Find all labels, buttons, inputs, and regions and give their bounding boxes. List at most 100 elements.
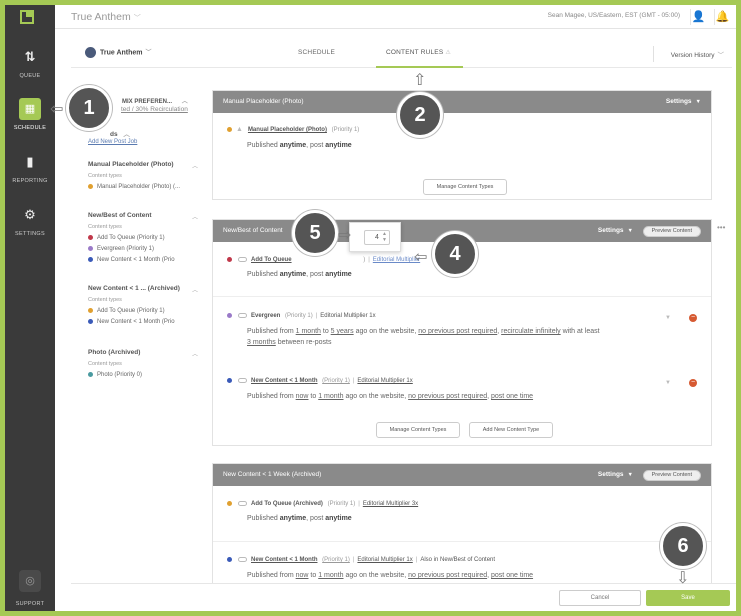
rule-group[interactable]: Manual Placeholder (Photo) ︿ Content typ… bbox=[88, 161, 198, 190]
desc-text: Published bbox=[247, 515, 280, 523]
desc-link[interactable]: post one time bbox=[491, 572, 533, 579]
chevron-up-icon[interactable]: ︿ bbox=[192, 161, 198, 170]
more-options-icon[interactable]: ••• bbox=[717, 223, 725, 232]
app-logo[interactable] bbox=[20, 10, 34, 24]
card-header: New Content < 1 Week (Archived) Settings… bbox=[213, 464, 711, 486]
card-title: New/Best of Content bbox=[223, 227, 283, 234]
preview-content-button[interactable]: Preview Content bbox=[642, 226, 701, 237]
mix-preferences-heading[interactable]: MIX PREFEREN... ︿ bbox=[122, 96, 188, 105]
link-icon bbox=[238, 257, 247, 262]
user-info[interactable]: Sean Magee, US/Eastern, EST (GMT - 05:00… bbox=[548, 12, 680, 19]
mix-preferences-value[interactable]: ted / 30% Recirculation bbox=[121, 106, 188, 113]
stepper-arrows-icon[interactable]: ▲ ▼ bbox=[382, 231, 387, 243]
entry-description: Published anytime, post anytime bbox=[247, 140, 697, 151]
manage-content-types-button[interactable]: Manage Content Types bbox=[423, 179, 507, 195]
status-dot bbox=[227, 126, 232, 132]
settings-dropdown[interactable]: Settings ▼ bbox=[666, 91, 701, 113]
desc-link[interactable]: now bbox=[296, 572, 309, 579]
list-item: Photo (Priority 0) bbox=[88, 372, 198, 378]
chevron-down-icon[interactable]: ▼ bbox=[665, 380, 671, 386]
rule-group[interactable]: Photo (Archived) ︿ Content types Photo (… bbox=[88, 349, 198, 378]
bell-icon[interactable]: 🔔 bbox=[714, 9, 730, 25]
desc-text: with at least bbox=[560, 328, 600, 336]
desc-text: ago on the website, bbox=[353, 328, 419, 336]
settings-dropdown[interactable]: Settings ▼ bbox=[598, 220, 633, 242]
account-selector[interactable]: True Anthem ﹀ bbox=[85, 47, 152, 58]
editorial-multiplier[interactable]: Editorial Multiplier 1x bbox=[320, 313, 375, 319]
rule-group-title: New/Best of Content bbox=[88, 212, 152, 219]
chevron-down-icon: ﹀ bbox=[717, 52, 725, 59]
entry-name[interactable]: New Content < 1 Month bbox=[251, 378, 318, 384]
nav-reporting[interactable]: ▮ REPORTING bbox=[5, 155, 55, 184]
save-button[interactable]: Save bbox=[646, 590, 730, 606]
list-item-label: New Content < 1 Month (Prio bbox=[97, 257, 175, 264]
version-history-dropdown[interactable]: Version History ﹀ bbox=[671, 49, 724, 59]
rule-group[interactable]: New/Best of Content ︿ Content types Add … bbox=[88, 212, 198, 263]
chevron-up-icon[interactable]: ︿ bbox=[192, 212, 198, 221]
callout-badge-1: 1 bbox=[66, 85, 112, 131]
remove-icon[interactable]: − bbox=[689, 314, 697, 322]
nav-schedule[interactable]: ▦ SCHEDULE bbox=[5, 98, 55, 131]
separator: | bbox=[315, 313, 318, 320]
settings-dropdown[interactable]: Settings ▼ bbox=[598, 464, 633, 486]
editorial-multiplier[interactable]: Editorial Multiplier 3x bbox=[363, 501, 418, 507]
remove-icon[interactable]: − bbox=[689, 379, 697, 387]
status-dot bbox=[227, 557, 232, 562]
entry-priority[interactable]: (Priority 1) bbox=[322, 557, 350, 563]
desc-link[interactable]: no previous post required bbox=[408, 393, 487, 400]
desc-link[interactable]: no previous post required bbox=[408, 572, 487, 579]
desc-link[interactable]: 1 month bbox=[318, 393, 343, 400]
entry-description: Published anytime, post anytime bbox=[247, 513, 697, 524]
entry-name[interactable]: Evergreen bbox=[251, 313, 280, 319]
editorial-multiplier[interactable]: Editorial Multiplier 1x bbox=[357, 557, 412, 563]
desc-link[interactable]: 1 month bbox=[296, 328, 321, 335]
list-item: New Content < 1 Month (Prio bbox=[88, 319, 198, 325]
image-icon: ▲ bbox=[236, 126, 243, 133]
desc-link[interactable]: 5 years bbox=[331, 328, 354, 335]
add-new-content-type-button[interactable]: Add New Content Type bbox=[469, 422, 553, 438]
entry-name[interactable]: Manual Placeholder (Photo) bbox=[248, 127, 327, 133]
entry-title: Evergreen (Priority 1) | Editorial Multipl… bbox=[227, 313, 697, 319]
nav-settings[interactable]: ⚙ SETTINGS bbox=[5, 208, 55, 237]
entry-priority[interactable]: (Priority 1) bbox=[322, 378, 350, 384]
status-dot bbox=[88, 184, 93, 189]
chevron-up-icon[interactable]: ︿ bbox=[192, 285, 198, 294]
app-switcher[interactable]: True Anthem ﹀ bbox=[71, 11, 141, 23]
chevron-down-icon[interactable]: ▼ bbox=[665, 315, 671, 321]
preview-content-button[interactable]: Preview Content bbox=[642, 470, 701, 481]
tab-content-rules[interactable]: CONTENT RULES ⚠ bbox=[376, 49, 463, 68]
desc-link[interactable]: 1 month bbox=[318, 572, 343, 579]
account-icon[interactable]: 👤 bbox=[690, 9, 706, 25]
status-dot bbox=[88, 235, 93, 240]
support-button[interactable]: ◎ SUPPORT bbox=[5, 570, 55, 607]
entry-name[interactable]: Add To Queue bbox=[251, 257, 292, 263]
support-label: SUPPORT bbox=[15, 601, 45, 607]
arrow-right-icon: ⇨ bbox=[338, 225, 352, 244]
nav-queue[interactable]: ⇅ QUEUE bbox=[5, 50, 55, 79]
rule-group[interactable]: New Content < 1 ... (Archived) ︿ Content… bbox=[88, 285, 198, 325]
entry-title: New Content < 1 Month (Priority 1) | Edito… bbox=[227, 557, 697, 563]
stepper-value: 4 bbox=[375, 234, 379, 241]
add-new-post-job-link[interactable]: Add New Post Job bbox=[88, 139, 137, 145]
desc-text: Published from bbox=[247, 328, 296, 336]
status-dot bbox=[227, 313, 232, 318]
desc-text: to bbox=[308, 393, 319, 401]
nav-queue-label: QUEUE bbox=[19, 73, 41, 79]
desc-link[interactable]: now bbox=[296, 393, 309, 400]
quantity-stepper[interactable]: 4 ▲ ▼ bbox=[364, 230, 390, 245]
tab-schedule[interactable]: SCHEDULE bbox=[298, 49, 335, 56]
post-jobs-heading[interactable]: ds ︿ bbox=[110, 128, 130, 138]
list-item-label: Manual Placeholder (Photo) (... bbox=[97, 184, 181, 191]
card-title: New Content < 1 Week (Archived) bbox=[223, 471, 322, 478]
cancel-button[interactable]: Cancel bbox=[559, 590, 641, 606]
desc-link[interactable]: post one time bbox=[491, 393, 533, 400]
entry-name[interactable]: Add To Queue (Archived) bbox=[251, 501, 323, 507]
chevron-up-icon[interactable]: ︿ bbox=[192, 349, 198, 358]
desc-text: , post bbox=[306, 271, 326, 279]
desc-link[interactable]: 3 months bbox=[247, 339, 276, 346]
desc-link[interactable]: recirculate infinitely bbox=[501, 328, 561, 335]
manage-content-types-button[interactable]: Manage Content Types bbox=[376, 422, 460, 438]
desc-link[interactable]: no previous post required bbox=[418, 328, 497, 335]
entry-name[interactable]: New Content < 1 Month bbox=[251, 557, 318, 563]
editorial-multiplier[interactable]: Editorial Multiplier 1x bbox=[357, 378, 412, 384]
